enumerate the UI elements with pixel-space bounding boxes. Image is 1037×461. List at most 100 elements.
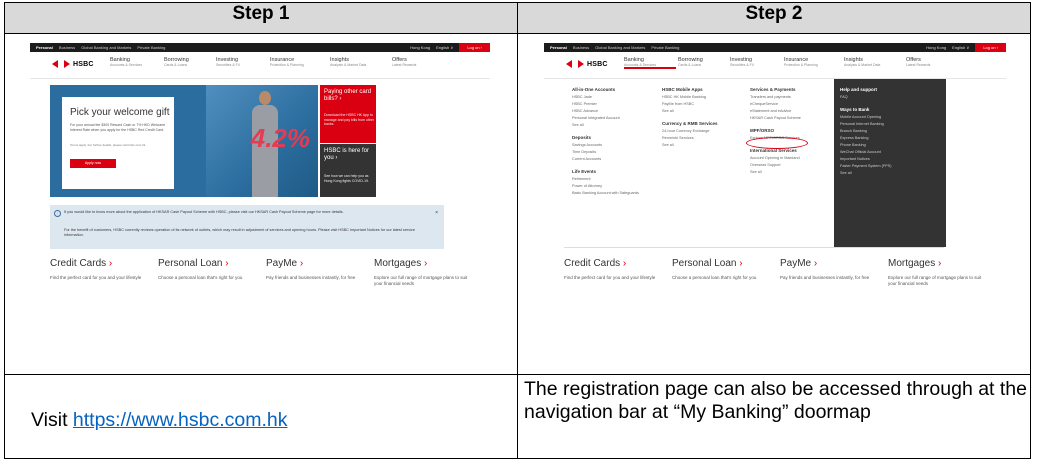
doormap-link[interactable]: 24-hour Currency Exchange bbox=[662, 129, 718, 133]
nav-banking[interactable]: Banking Accounts & Services bbox=[110, 57, 162, 67]
doormap-link[interactable]: HSBC HK Mobile Banking bbox=[662, 95, 718, 99]
notice-banner: i If you would like to know more about t… bbox=[50, 205, 444, 249]
product-credit-cards[interactable]: Credit Cards › Find the perfect card for … bbox=[564, 258, 664, 281]
doormap-link[interactable]: Savings Accounts bbox=[572, 143, 639, 147]
hero-fine-print: Terms apply. For further details, please… bbox=[70, 143, 146, 147]
topbar-item[interactable]: Business bbox=[59, 45, 75, 50]
product-mortgages[interactable]: Mortgages › Explore our full range of mor… bbox=[374, 258, 474, 287]
doormap-link[interactable]: PayMe from HSBC bbox=[662, 102, 718, 106]
topbar-item[interactable]: Private Banking bbox=[651, 45, 679, 50]
hsbc-website-link[interactable]: https://www.hsbc.com.hk bbox=[73, 409, 288, 431]
doormap-link[interactable]: Renminbi Services bbox=[662, 136, 718, 140]
doormap-link[interactable]: Faster Payment System (FPS) bbox=[840, 164, 946, 168]
step1-caption-cell: Visit https://www.hsbc.com.hk bbox=[4, 374, 518, 459]
hexagon-icon bbox=[566, 60, 584, 69]
doormap-link[interactable]: Transfers and payments bbox=[750, 95, 801, 99]
doormap-link[interactable]: eStatement and eAdvice bbox=[750, 109, 801, 113]
region-selector[interactable]: Hong Kong bbox=[410, 45, 430, 50]
topbar-item[interactable]: Personal bbox=[36, 45, 53, 50]
doormap-link[interactable]: Mobile Account Opening bbox=[840, 115, 946, 119]
doormap-link[interactable]: HSBC Premier bbox=[572, 102, 639, 106]
nav-borrowing[interactable]: Borrowing Cards & Loans bbox=[678, 57, 730, 67]
info-icon: i bbox=[54, 210, 61, 217]
logo-text: HSBC bbox=[73, 61, 94, 68]
doormap-link[interactable]: See all bbox=[750, 170, 801, 174]
nav-investing[interactable]: Investing Securities & FX bbox=[730, 57, 782, 67]
topbar-item[interactable]: Private Banking bbox=[137, 45, 165, 50]
topbar-item[interactable]: Global Banking and Markets bbox=[81, 45, 131, 50]
doormap-link[interactable]: Phone Banking bbox=[840, 143, 946, 147]
nav-insurance[interactable]: Insurance Protection & Planning bbox=[784, 57, 836, 67]
nav-investing[interactable]: Investing Securities & FX bbox=[216, 57, 268, 67]
logo-text: HSBC bbox=[587, 61, 608, 68]
doormap-link[interactable]: eChequeService bbox=[750, 102, 801, 106]
promo-title: HSBC is here for you › bbox=[324, 148, 370, 161]
doormap-heading: Services & Payments bbox=[750, 87, 796, 92]
hsbc-logo[interactable]: HSBC bbox=[52, 60, 94, 69]
top-bar: Personal Business Global Banking and Mar… bbox=[544, 43, 1006, 52]
doormap-link[interactable]: Retirement bbox=[572, 177, 639, 181]
doormap-link[interactable]: Personal Integrated Account bbox=[572, 116, 639, 120]
nav-offers[interactable]: Offers Latest Rewards bbox=[392, 57, 444, 67]
doormap-column: HSBC Mobile Apps HSBC HK Mobile Banking … bbox=[662, 79, 718, 147]
hsbc-logo[interactable]: HSBC bbox=[566, 60, 608, 69]
product-row: Credit Cards › Find the perfect card for … bbox=[564, 258, 986, 318]
doormap-link[interactable]: See all bbox=[572, 123, 639, 127]
promo-card-bills[interactable]: Paying other card bills? › Download the … bbox=[320, 85, 376, 143]
doormap-link[interactable]: Account Opening in Mainland bbox=[750, 156, 801, 160]
step2-caption-text: The registration page can also be access… bbox=[524, 378, 1027, 423]
doormap-link[interactable]: FAQ bbox=[840, 95, 946, 99]
doormap-link[interactable]: Important Notices bbox=[840, 157, 946, 161]
doormap-link[interactable]: See all bbox=[840, 171, 946, 175]
hero-card: Pick your welcome gift For your annual f… bbox=[62, 97, 174, 189]
product-row: Credit Cards › Find the perfect card for … bbox=[50, 258, 470, 318]
language-selector[interactable]: English ∨ bbox=[436, 45, 453, 50]
promo-covid[interactable]: HSBC is here for you › See how we can he… bbox=[320, 144, 376, 197]
doormap-heading: Life Events bbox=[572, 169, 597, 174]
doormap-column: All-in-One Accounts HSBC Jade HSBC Premi… bbox=[572, 79, 639, 195]
product-payme[interactable]: PayMe › Pay friends and businesses instan… bbox=[266, 258, 366, 281]
apply-now-button[interactable]: Apply now bbox=[70, 159, 116, 168]
topbar-item[interactable]: Business bbox=[573, 45, 589, 50]
doormap-link[interactable]: WeChat Official Account bbox=[840, 150, 946, 154]
product-mortgages[interactable]: Mortgages › Explore our full range of mor… bbox=[888, 258, 988, 287]
topbar-item[interactable]: Global Banking and Markets bbox=[595, 45, 645, 50]
product-personal-loan[interactable]: Personal Loan › Choose a personal loan th… bbox=[672, 258, 772, 281]
step2-caption-cell: The registration page can also be access… bbox=[517, 374, 1031, 459]
doormap-heading: All-in-One Accounts bbox=[572, 87, 616, 92]
doormap-link[interactable]: Time Deposits bbox=[572, 150, 639, 154]
doormap-column: Services & Payments Transfers and paymen… bbox=[750, 79, 801, 174]
nav-insurance[interactable]: Insurance Protection & Planning bbox=[270, 57, 322, 67]
nav-borrowing[interactable]: Borrowing Cards & Loans bbox=[164, 57, 216, 67]
nav-offers[interactable]: Offers Latest Rewards bbox=[906, 57, 958, 67]
product-credit-cards[interactable]: Credit Cards › Find the perfect card for … bbox=[50, 258, 150, 281]
log-on-button[interactable]: Log on › bbox=[975, 43, 1006, 52]
nav-insights[interactable]: Insights Analysis & Market Data bbox=[330, 57, 382, 67]
product-personal-loan[interactable]: Personal Loan › Choose a personal loan th… bbox=[158, 258, 258, 281]
doormap-heading: Currency & RMB Services bbox=[662, 121, 718, 126]
close-icon[interactable]: × bbox=[435, 210, 438, 216]
topbar-item[interactable]: Personal bbox=[550, 45, 567, 50]
doormap-link[interactable]: See all bbox=[662, 143, 718, 147]
doormap-link[interactable]: See all bbox=[662, 109, 718, 113]
doormap-link[interactable]: Branch Banking bbox=[840, 129, 946, 133]
doormap-link[interactable]: Power of Attorney bbox=[572, 184, 639, 188]
language-selector[interactable]: English ∨ bbox=[952, 45, 969, 50]
doormap-link[interactable]: Express Banking bbox=[840, 136, 946, 140]
doormap-link[interactable]: Basic Banking Account with Safeguards bbox=[572, 191, 639, 195]
doormap-link[interactable]: HSBC Advance bbox=[572, 109, 639, 113]
hsbc-doormap-screenshot: Personal Business Global Banking and Mar… bbox=[544, 43, 1006, 333]
doormap-link[interactable]: Current Accounts bbox=[572, 157, 639, 161]
doormap-link[interactable]: Overseas Support bbox=[750, 163, 801, 167]
nav-banking[interactable]: Banking Accounts & Services bbox=[624, 57, 676, 69]
promo-text: Download the HSBC HK App to manage and p… bbox=[324, 113, 374, 126]
product-payme[interactable]: PayMe › Pay friends and businesses instan… bbox=[780, 258, 880, 281]
hexagon-icon bbox=[52, 60, 70, 69]
region-selector[interactable]: Hong Kong bbox=[926, 45, 946, 50]
step1-header: Step 1 bbox=[4, 2, 518, 34]
doormap-link[interactable]: HSBC Jade bbox=[572, 95, 639, 99]
nav-insights[interactable]: Insights Analysis & Market Data bbox=[844, 57, 896, 67]
cash-payout-link[interactable]: HKSAR Cash Payout Scheme bbox=[750, 116, 801, 120]
doormap-link[interactable]: Personal Internet Banking bbox=[840, 122, 946, 126]
log-on-button[interactable]: Log on › bbox=[459, 43, 490, 52]
